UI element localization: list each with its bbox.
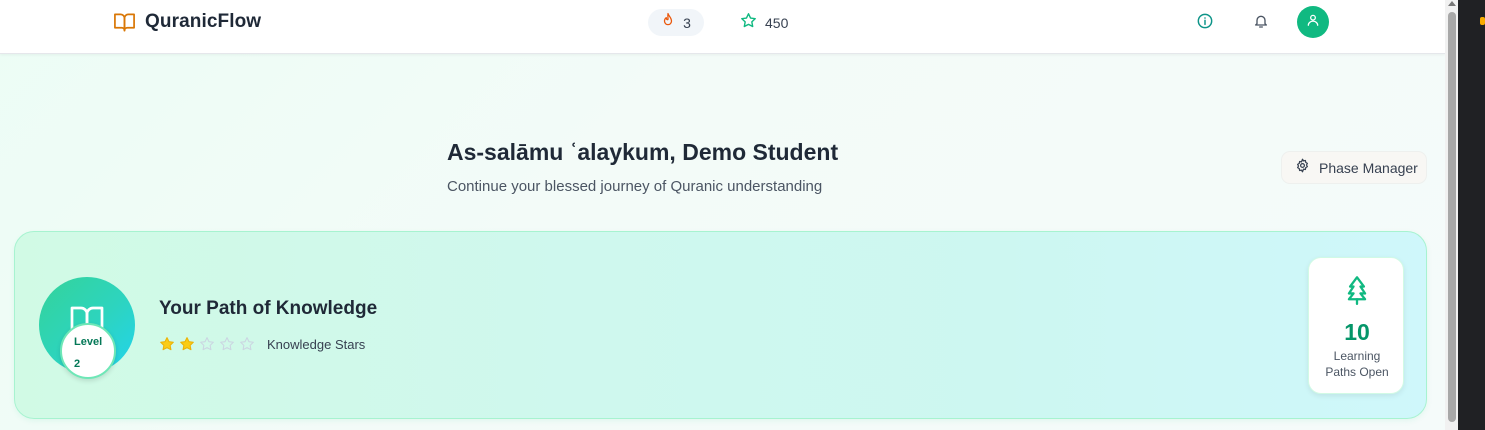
info-button[interactable]: [1191, 9, 1219, 37]
star-empty-icon: [219, 336, 235, 352]
page-scrollbar[interactable]: [1445, 0, 1458, 430]
learning-paths-caption: Learning Paths Open: [1309, 348, 1405, 380]
page-subtitle: Continue your blessed journey of Quranic…: [447, 178, 823, 195]
scroll-up-arrow-icon[interactable]: [1448, 1, 1456, 6]
caption-line-1: Learning: [1333, 349, 1381, 363]
notifications-button[interactable]: [1247, 9, 1275, 37]
caption-line-2: Paths Open: [1325, 365, 1389, 379]
star-empty-icon: [239, 336, 255, 352]
knowledge-stars-label: Knowledge Stars: [267, 336, 366, 352]
adjacent-window-edge: [1458, 0, 1485, 430]
gear-icon: [1295, 158, 1310, 178]
learning-paths-stat: 10 Learning Paths Open: [1308, 257, 1404, 394]
user-avatar-button[interactable]: [1297, 6, 1329, 38]
star-filled-icon: [179, 336, 195, 352]
info-icon: [1197, 13, 1213, 34]
knowledge-stars-rating: Knowledge Stars: [159, 336, 365, 352]
browser-icon: [1480, 17, 1485, 25]
streak-counter[interactable]: 3: [648, 9, 704, 36]
book-open-icon: [113, 11, 136, 33]
path-title: Your Path of Knowledge: [159, 298, 378, 319]
scrollbar-thumb[interactable]: [1448, 12, 1456, 422]
brand-link[interactable]: QuranicFlow: [113, 11, 261, 33]
knowledge-path-card: Level 2 Your Path of Knowledge Knowledge…: [14, 231, 1427, 419]
level-value: 2: [74, 358, 81, 370]
level-badge: Level 2: [60, 323, 116, 379]
tree-icon: [1343, 275, 1371, 310]
star-icon: [740, 12, 757, 34]
streak-count: 3: [683, 14, 691, 31]
flame-icon: [661, 12, 675, 33]
star-empty-icon: [199, 336, 215, 352]
stars-counter[interactable]: 450: [736, 9, 792, 36]
stars-count: 450: [765, 14, 789, 31]
user-icon: [1306, 13, 1320, 32]
app-page: QuranicFlow 3 450 As-salāmu ʿalaykum, De…: [0, 0, 1445, 430]
top-navbar: QuranicFlow 3 450: [0, 0, 1445, 54]
brand-name: QuranicFlow: [145, 11, 262, 32]
level-label: Level: [74, 336, 103, 348]
phase-manager-button[interactable]: Phase Manager: [1281, 151, 1427, 184]
learning-paths-count: 10: [1344, 319, 1370, 345]
page-title: As-salāmu ʿalaykum, Demo Student: [447, 139, 839, 165]
bell-icon: [1253, 13, 1269, 34]
phase-manager-label: Phase Manager: [1319, 159, 1418, 176]
star-filled-icon: [159, 336, 175, 352]
